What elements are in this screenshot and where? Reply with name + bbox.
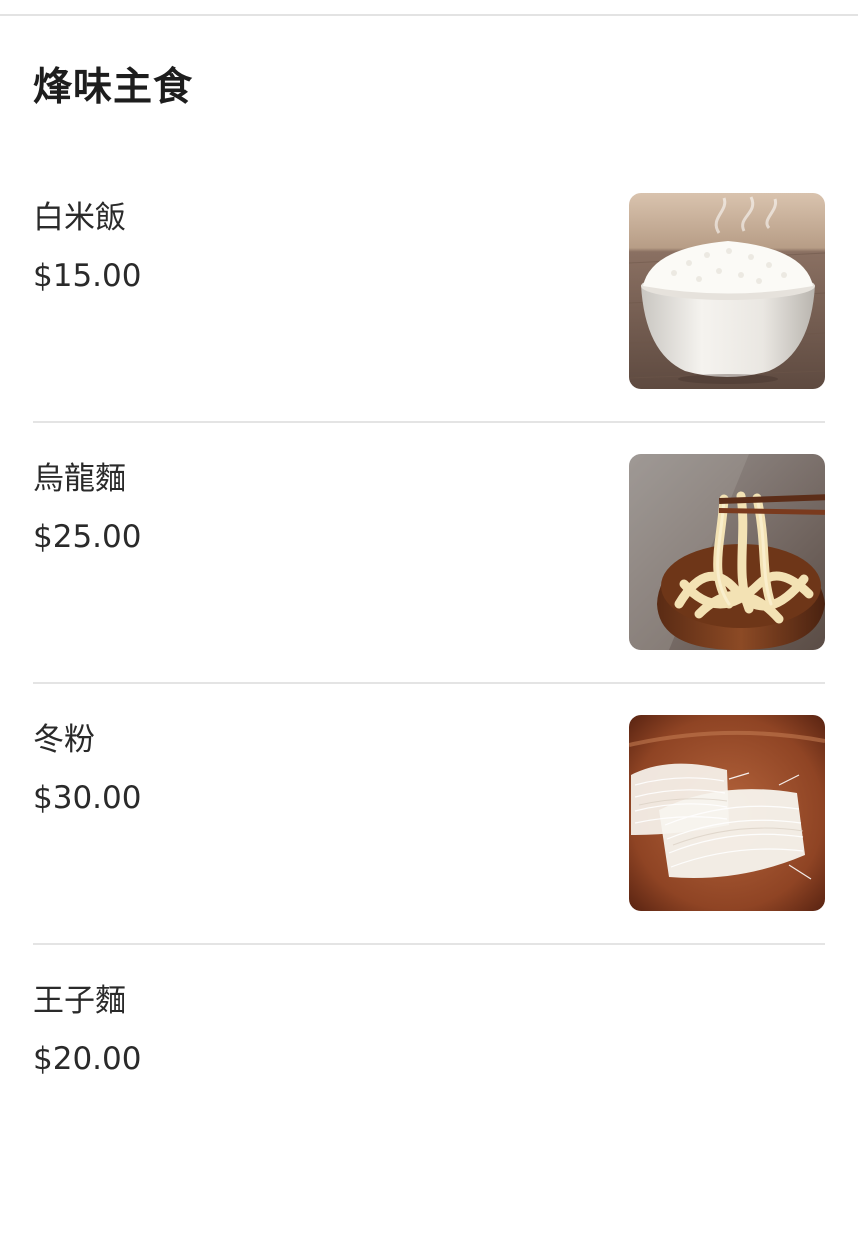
- section-title: 烽味主食: [33, 65, 194, 110]
- item-price: $30.00: [33, 780, 142, 816]
- divider: [33, 421, 825, 423]
- menu-item-white-rice[interactable]: 白米飯 $15.00: [33, 190, 825, 451]
- menu-item-glass-noodles[interactable]: 冬粉 $30.00: [33, 712, 825, 973]
- steamed-rice-bowl-photo[interactable]: [629, 193, 825, 389]
- item-name: 烏龍麵: [33, 461, 126, 497]
- item-price: $15.00: [33, 258, 142, 294]
- item-price: $25.00: [33, 519, 142, 555]
- menu-list: 白米飯 $15.00 烏龍麵 $25.00 冬粉 $30.00 王子麵 $20.…: [33, 190, 825, 1234]
- item-name: 白米飯: [33, 200, 126, 236]
- divider: [33, 943, 825, 945]
- glass-noodles-plate-photo[interactable]: [629, 715, 825, 911]
- item-name: 王子麵: [33, 983, 126, 1019]
- item-price: $20.00: [33, 1041, 142, 1077]
- menu-item-prince-noodles[interactable]: 王子麵 $20.00: [33, 973, 825, 1234]
- item-name: 冬粉: [33, 722, 95, 758]
- udon-noodles-bowl-photo[interactable]: [629, 454, 825, 650]
- menu-item-udon[interactable]: 烏龍麵 $25.00: [33, 451, 825, 712]
- top-divider: [0, 14, 858, 16]
- divider: [33, 682, 825, 684]
